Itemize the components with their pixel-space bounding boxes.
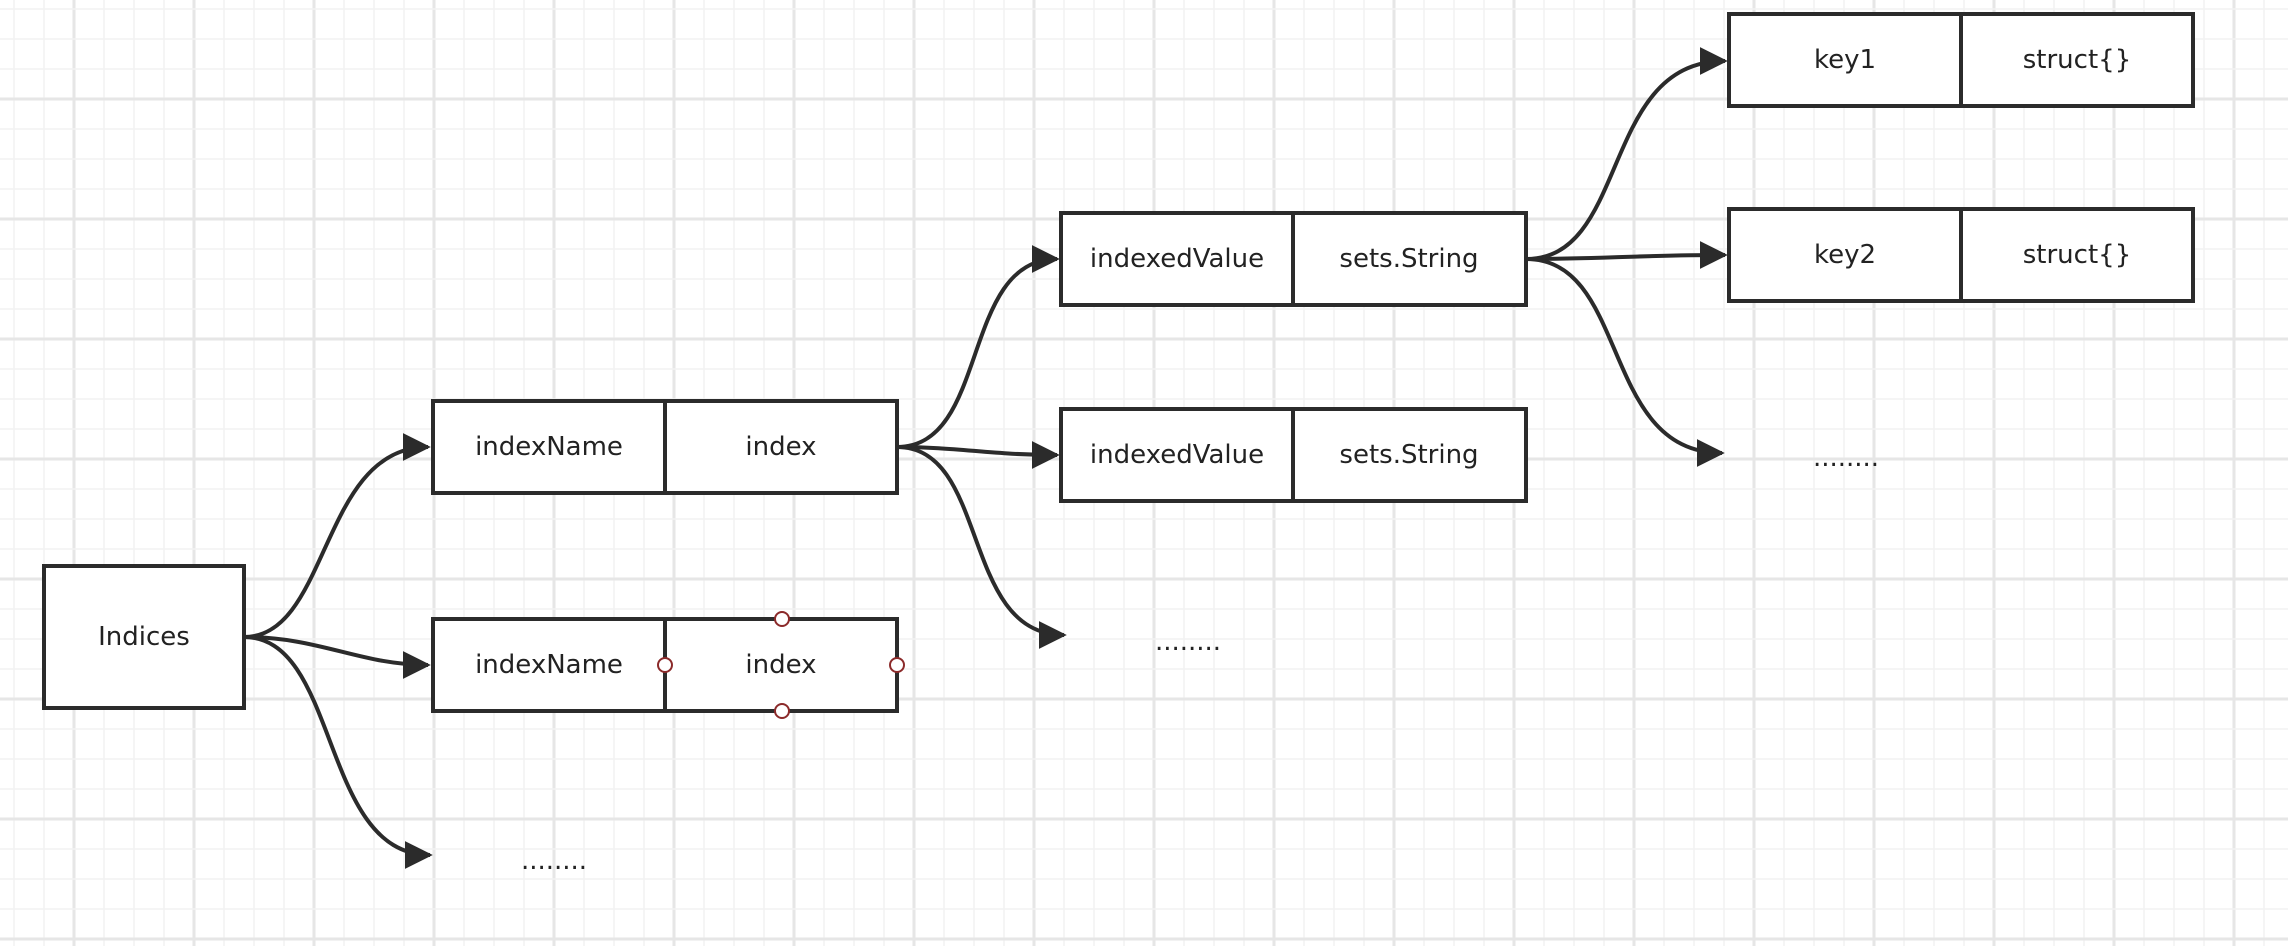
key-node[interactable]: key1 struct{} [1727, 12, 2195, 108]
connection-handle-top[interactable] [774, 611, 790, 627]
edge-value-to-more[interactable] [1525, 257, 1725, 467]
struct-cell: struct{} [2023, 45, 2131, 75]
edge-value-to-key1[interactable] [1525, 47, 1728, 261]
connection-handle-bottom[interactable] [774, 703, 790, 719]
diagram-canvas[interactable]: Indices indexName index indexName index … [0, 0, 2288, 946]
key-node[interactable]: key2 struct{} [1727, 207, 2195, 303]
indexed-value-node[interactable]: indexedValue sets.String [1059, 407, 1528, 503]
edge-indices-to-index2[interactable] [243, 635, 431, 679]
key-cell: key2 [1814, 240, 1876, 270]
indexed-value-cell: indexedValue [1090, 440, 1264, 470]
edge-index-to-more[interactable] [896, 445, 1067, 649]
index-name-cell: indexName [475, 432, 623, 462]
key-cell: key1 [1814, 45, 1876, 75]
index-cell: index [745, 650, 816, 680]
index-entry-node-selected[interactable]: indexName index [431, 611, 905, 719]
indices-node[interactable]: Indices [42, 564, 246, 710]
more-indices-ellipsis: ........ [521, 846, 587, 876]
connection-handle-left[interactable] [657, 657, 673, 673]
more-keys-ellipsis: ........ [1813, 443, 1879, 473]
sets-string-cell: sets.String [1339, 440, 1478, 470]
indexed-value-node[interactable]: indexedValue sets.String [1059, 211, 1528, 307]
struct-cell: struct{} [2023, 240, 2131, 270]
index-name-cell: indexName [475, 650, 623, 680]
index-entry-node[interactable]: indexName index [431, 399, 899, 495]
indices-label: Indices [98, 622, 190, 652]
index-cell: index [745, 432, 816, 462]
sets-string-cell: sets.String [1339, 244, 1478, 274]
more-values-ellipsis: ........ [1155, 627, 1221, 657]
connection-handle-right[interactable] [889, 657, 905, 673]
indexed-value-cell: indexedValue [1090, 244, 1264, 274]
edge-value-to-key2[interactable] [1525, 241, 1728, 270]
